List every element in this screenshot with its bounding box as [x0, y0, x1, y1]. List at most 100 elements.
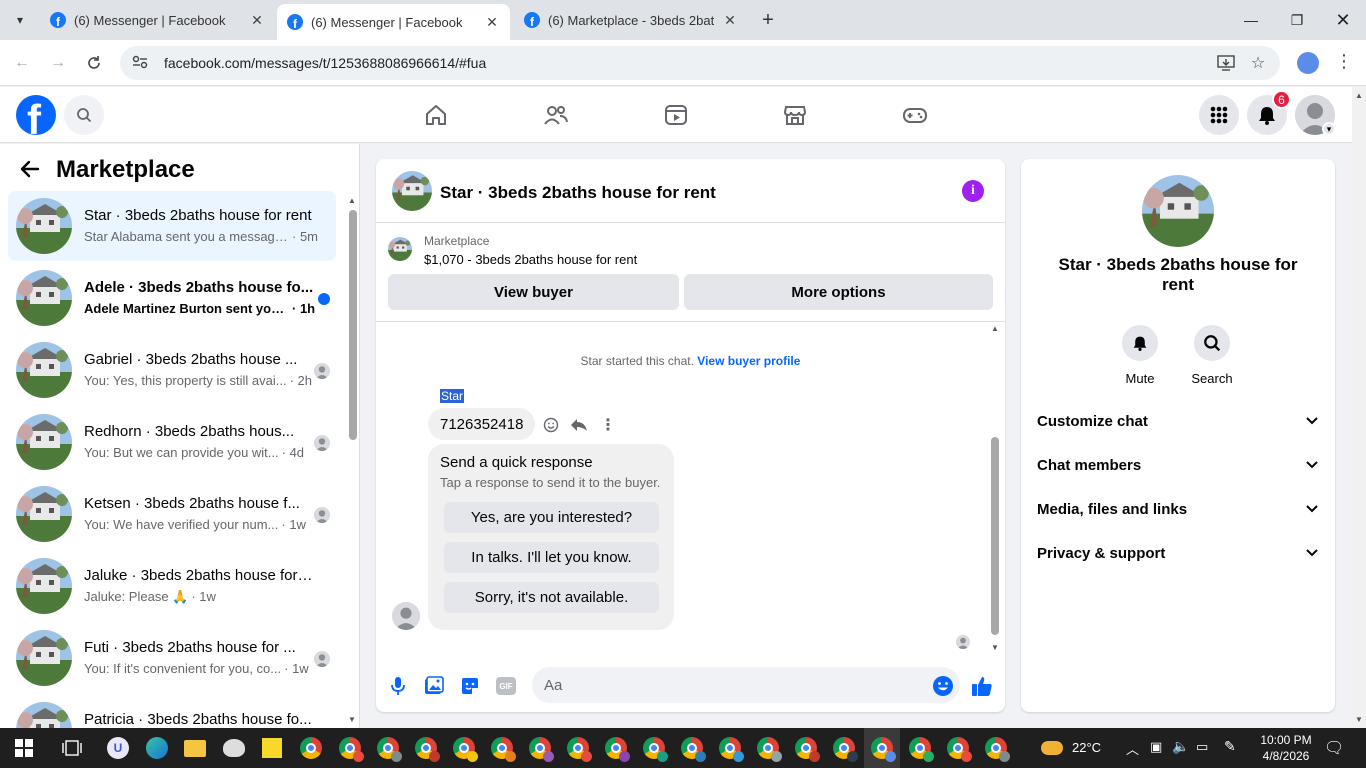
watch-nav-icon[interactable]: [660, 99, 692, 131]
edge-browser-icon[interactable]: [145, 736, 169, 760]
address-bar[interactable]: facebook.com/messages/t/1253688086966614…: [120, 46, 1280, 80]
friends-nav-icon[interactable]: [540, 99, 572, 131]
gaming-nav-icon[interactable]: [899, 99, 931, 131]
network-icon[interactable]: ▭: [1196, 739, 1208, 755]
message-more-icon[interactable]: ⋮: [598, 415, 618, 435]
sender-avatar[interactable]: [392, 602, 420, 630]
sidebar-scroll-thumb[interactable]: [349, 210, 357, 440]
browser-profile-avatar[interactable]: [1297, 52, 1319, 74]
browser-tab-1[interactable]: f (6) Messenger | Facebook ✕: [40, 4, 275, 36]
thumbs-up-icon[interactable]: [970, 674, 994, 698]
reply-arrow-icon[interactable]: [569, 415, 589, 435]
chat-scroll-thumb[interactable]: [991, 437, 999, 635]
tab-search-dropdown-icon[interactable]: ▾: [8, 8, 32, 32]
mute-button[interactable]: Mute: [1110, 325, 1170, 386]
conversation-item[interactable]: Ketsen · 3beds 2baths house f... You: We …: [8, 479, 336, 549]
quick-response-option[interactable]: In talks. I'll let you know.: [444, 542, 659, 573]
react-emoji-icon[interactable]: [541, 415, 561, 435]
conversation-item[interactable]: Redhorn · 3beds 2baths hous... You: But w…: [8, 407, 336, 477]
notification-center-icon[interactable]: 🗨: [1324, 738, 1344, 758]
more-options-button[interactable]: More options: [684, 274, 993, 310]
conversation-item[interactable]: Jaluke · 3beds 2baths house for ... Jaluk…: [8, 551, 336, 621]
page-scrollbar[interactable]: ▲ ▼: [1352, 87, 1366, 728]
facebook-logo[interactable]: f: [16, 95, 56, 135]
close-tab-icon[interactable]: ✕: [249, 12, 265, 29]
install-app-icon[interactable]: [1214, 51, 1238, 75]
conversation-info-icon[interactable]: i: [962, 180, 984, 202]
paint-app-icon[interactable]: [222, 736, 246, 760]
chrome-icon[interactable]: [299, 736, 323, 760]
search-in-chat-button[interactable]: Search: [1182, 325, 1242, 386]
quick-response-option[interactable]: Sorry, it's not available.: [444, 582, 659, 613]
browser-menu-icon[interactable]: ⋮: [1334, 51, 1354, 75]
home-nav-icon[interactable]: [420, 99, 452, 131]
chrome-profile-icon-active[interactable]: [870, 736, 896, 762]
new-tab-button[interactable]: +: [756, 8, 780, 32]
message-bubble[interactable]: 7126352418: [428, 408, 536, 440]
media-files-links-section[interactable]: Media, files and links: [1037, 491, 1319, 527]
browser-tab-2[interactable]: f (6) Messenger | Facebook ✕: [277, 4, 510, 40]
sticky-notes-icon[interactable]: [260, 736, 284, 760]
meet-now-icon[interactable]: ▣: [1150, 739, 1162, 755]
restore-window-button[interactable]: ❐: [1274, 0, 1320, 40]
chrome-profile-icon[interactable]: [604, 736, 630, 762]
windows-start-icon[interactable]: [12, 736, 36, 760]
microphone-icon[interactable]: [386, 674, 410, 698]
chrome-profile-icon[interactable]: [756, 736, 782, 762]
tray-overflow-icon[interactable]: ︿: [1126, 739, 1139, 758]
chrome-profile-icon[interactable]: [376, 736, 402, 762]
chrome-profile-icon[interactable]: [490, 736, 516, 762]
view-buyer-profile-link[interactable]: View buyer profile: [697, 354, 800, 368]
security-app-icon[interactable]: U: [106, 736, 130, 760]
chat-title[interactable]: Star · 3beds 2baths house for rent: [440, 183, 716, 203]
close-tab-icon[interactable]: ✕: [484, 14, 500, 31]
chrome-profile-icon[interactable]: [642, 736, 668, 762]
clock-time[interactable]: 10:00 PM: [1256, 733, 1316, 747]
close-window-button[interactable]: ✕: [1320, 0, 1366, 40]
customize-chat-section[interactable]: Customize chat: [1037, 403, 1319, 439]
chrome-profile-icon[interactable]: [908, 736, 934, 762]
sticker-icon[interactable]: [458, 674, 482, 698]
back-button[interactable]: ←: [10, 51, 34, 75]
chrome-profile-icon[interactable]: [414, 736, 440, 762]
conversation-item[interactable]: Adele · 3beds 2baths house fo... Adele Ma…: [8, 263, 336, 333]
forward-button[interactable]: →: [46, 51, 70, 75]
task-view-icon[interactable]: [60, 736, 84, 760]
view-buyer-button[interactable]: View buyer: [388, 274, 679, 310]
browser-tab-3[interactable]: f (6) Marketplace - 3beds 2baths ✕: [514, 4, 748, 36]
conversation-item[interactable]: Gabriel · 3beds 2baths house ... You: Yes…: [8, 335, 336, 405]
emoji-picker-icon[interactable]: [931, 674, 955, 698]
site-settings-icon[interactable]: [132, 55, 150, 72]
close-tab-icon[interactable]: ✕: [722, 12, 738, 29]
gif-button[interactable]: GIF: [494, 674, 518, 698]
chrome-profile-icon[interactable]: [338, 736, 364, 762]
conversation-item[interactable]: Patricia · 3beds 2baths house fo...: [8, 695, 336, 728]
file-explorer-icon[interactable]: [183, 736, 207, 760]
chrome-profile-icon[interactable]: [832, 736, 858, 762]
chrome-profile-icon[interactable]: [680, 736, 706, 762]
chrome-profile-icon[interactable]: [452, 736, 478, 762]
chrome-profile-icon[interactable]: [946, 736, 972, 762]
bookmark-star-icon[interactable]: ☆: [1246, 51, 1270, 75]
facebook-search-button[interactable]: [64, 95, 104, 135]
weather-temperature[interactable]: 22°C: [1072, 740, 1101, 755]
weather-icon[interactable]: [1040, 736, 1064, 760]
account-chevron-icon[interactable]: ▾: [1322, 122, 1336, 136]
minimize-window-button[interactable]: —: [1228, 0, 1274, 40]
chat-members-section[interactable]: Chat members: [1037, 447, 1319, 483]
message-input[interactable]: [532, 667, 960, 703]
volume-icon[interactable]: 🔈: [1172, 738, 1189, 755]
menu-grid-button[interactable]: [1199, 95, 1239, 135]
privacy-support-section[interactable]: Privacy & support: [1037, 535, 1319, 571]
back-arrow-icon[interactable]: [20, 159, 40, 182]
chat-avatar[interactable]: [392, 171, 432, 211]
chrome-profile-icon[interactable]: [984, 736, 1010, 762]
marketplace-nav-icon[interactable]: [779, 99, 811, 131]
conversation-item[interactable]: Futi · 3beds 2baths house for ... You: If…: [8, 623, 336, 693]
chrome-profile-icon[interactable]: [718, 736, 744, 762]
chrome-profile-icon[interactable]: [528, 736, 554, 762]
quick-response-option[interactable]: Yes, are you interested?: [444, 502, 659, 533]
reload-button[interactable]: [82, 51, 106, 75]
clock-date[interactable]: 4/8/2026: [1256, 749, 1316, 763]
profile-avatar-large[interactable]: [1142, 175, 1214, 247]
